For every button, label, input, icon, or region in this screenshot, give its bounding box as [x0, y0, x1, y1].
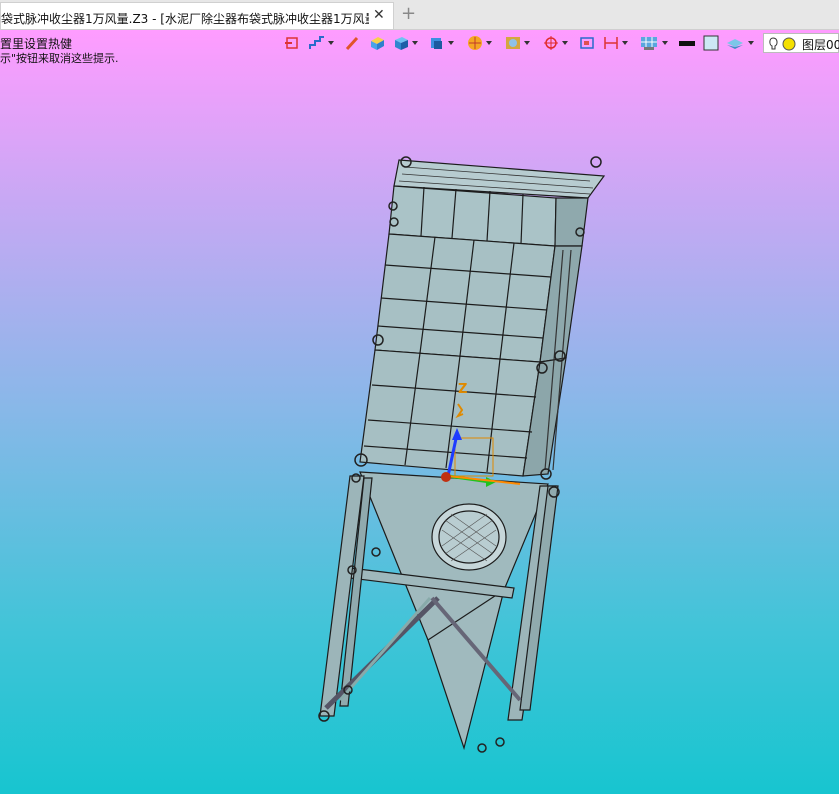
layer-stack-icon[interactable] [726, 35, 744, 51]
layer-name: 图层00 [802, 38, 839, 52]
target-dropdown-icon[interactable] [562, 41, 568, 45]
layer-selector[interactable]: 图层00 [763, 33, 839, 53]
render-sphere-icon[interactable] [466, 35, 484, 51]
document-tab[interactable]: 袋式脉冲收尘器1万风量.Z3 - [水泥厂除尘器布袋式脉冲收尘器1万风量] ✕ [0, 2, 394, 29]
view-dropdown-icon[interactable] [448, 41, 454, 45]
cube-icon[interactable] [392, 35, 410, 51]
frame-icon[interactable] [578, 35, 596, 51]
body-front-mid [374, 233, 556, 363]
grid-icon[interactable] [640, 35, 658, 51]
style-dropdown-icon[interactable] [524, 41, 530, 45]
render-dropdown-icon[interactable] [486, 41, 492, 45]
stair-step-icon[interactable] [308, 35, 326, 51]
view-toolbar: 图层00 [280, 33, 839, 53]
grid-dropdown-icon[interactable] [662, 41, 668, 45]
tab-title: 袋式脉冲收尘器1万风量.Z3 - [水泥厂除尘器布袋式脉冲收尘器1万风量] [1, 12, 369, 26]
view-cube-icon[interactable] [428, 35, 446, 51]
upper-box-side [554, 197, 589, 247]
display-style-icon[interactable] [504, 35, 522, 51]
solid-box-icon[interactable] [368, 35, 386, 51]
dimension-icon[interactable] [602, 35, 620, 51]
dimension-dropdown-icon[interactable] [622, 41, 628, 45]
target-icon[interactable] [542, 35, 560, 51]
model-scene[interactable] [0, 30, 839, 794]
lightbulb-icon [769, 37, 796, 51]
z-axis-label: Z [458, 382, 468, 397]
close-tab-icon[interactable]: ✕ [373, 7, 385, 23]
stair-dropdown-icon[interactable] [328, 41, 334, 45]
fill-color-icon[interactable] [702, 35, 720, 51]
cube-dropdown-icon[interactable] [412, 41, 418, 45]
line-color-icon[interactable] [678, 35, 696, 51]
tab-bar: 袋式脉冲收尘器1万风量.Z3 - [水泥厂除尘器布袋式脉冲收尘器1万风量] ✕ … [0, 0, 839, 30]
dust-collector-model [318, 156, 606, 753]
pencil-icon[interactable] [344, 35, 362, 51]
3d-viewport[interactable]: 置里设置热健 示"按钮来取消这些提示. Z 图层00 [0, 30, 839, 794]
exit-icon[interactable] [284, 35, 302, 51]
layer-dropdown-icon[interactable] [748, 41, 754, 45]
new-tab-button[interactable]: + [401, 4, 416, 24]
